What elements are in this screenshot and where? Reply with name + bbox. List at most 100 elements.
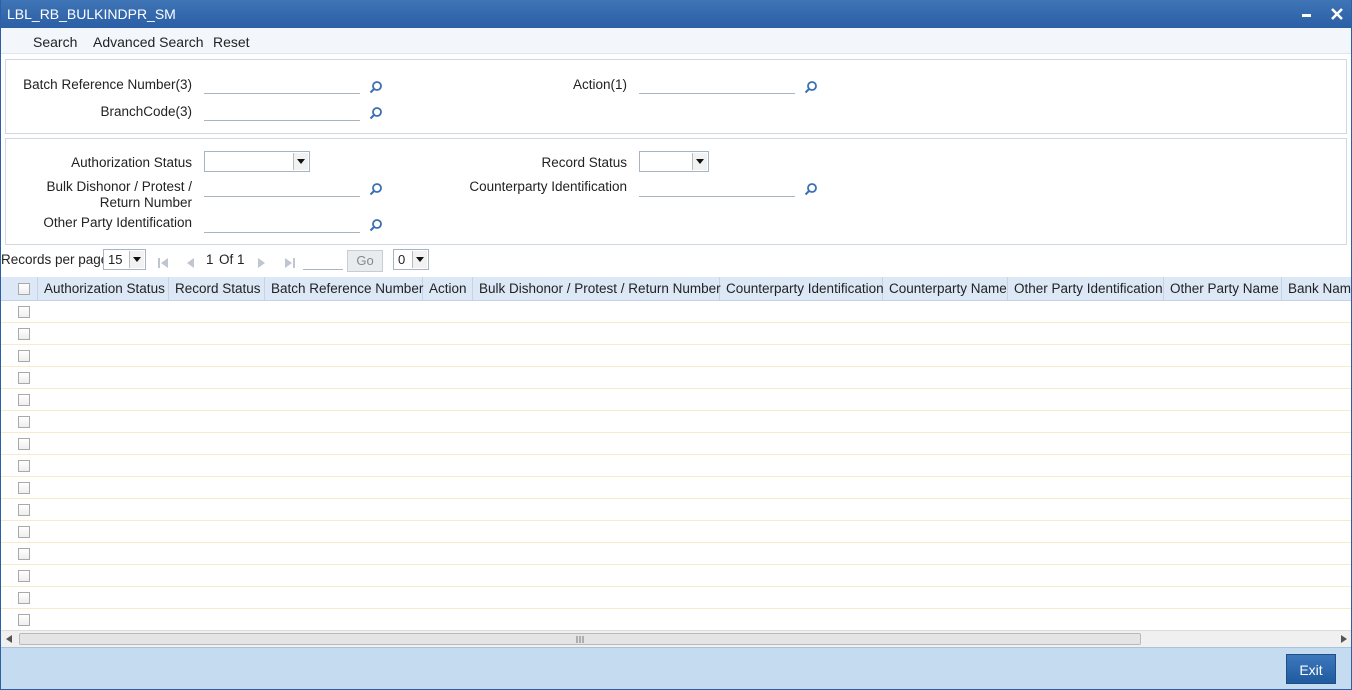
scroll-right-icon[interactable] — [1341, 635, 1347, 643]
reset-menu-item[interactable]: Reset — [213, 34, 250, 50]
scroll-left-icon[interactable] — [6, 635, 12, 643]
other-party-identification-input[interactable] — [204, 213, 360, 233]
bulk-dishonor-lookup-icon[interactable] — [369, 182, 383, 196]
table-row[interactable] — [1, 455, 1351, 477]
select-all-cell — [1, 277, 38, 301]
horizontal-scroll-thumb[interactable] — [19, 633, 1141, 645]
branch-code-input[interactable] — [204, 101, 360, 121]
records-per-page-value: 15 — [108, 252, 123, 267]
window-title-bar: LBL_RB_BULKINDPR_SM — [0, 0, 1352, 28]
page-jump-select[interactable]: 0 — [393, 249, 429, 270]
authorization-status-label: Authorization Status — [71, 155, 192, 170]
other-party-lookup-icon[interactable] — [369, 218, 383, 232]
chevron-down-icon — [293, 153, 308, 170]
col-authorization-status[interactable]: Authorization Status — [38, 277, 169, 301]
table-row[interactable] — [1, 543, 1351, 565]
total-pages-number: 1 — [237, 252, 245, 267]
batch-reference-lookup-icon[interactable] — [369, 80, 383, 94]
table-row[interactable] — [1, 411, 1351, 433]
col-other-party-identification[interactable]: Other Party Identification — [1008, 277, 1164, 301]
action-lookup-icon[interactable] — [804, 80, 818, 94]
record-status-select[interactable] — [639, 151, 709, 172]
row-checkbox[interactable] — [18, 438, 30, 450]
col-record-status[interactable]: Record Status — [169, 277, 265, 301]
minimize-icon-glyph — [1302, 14, 1311, 17]
row-checkbox[interactable] — [18, 570, 30, 582]
previous-page-icon[interactable] — [184, 257, 196, 269]
row-checkbox[interactable] — [18, 548, 30, 560]
row-checkbox[interactable] — [18, 460, 30, 472]
col-counterparty-name[interactable]: Counterparty Name — [883, 277, 1008, 301]
footer-bar: Exit — [0, 647, 1352, 690]
close-icon[interactable] — [1326, 3, 1348, 25]
exit-button[interactable]: Exit — [1286, 654, 1336, 684]
table-row[interactable] — [1, 499, 1351, 521]
row-checkbox[interactable] — [18, 350, 30, 362]
row-checkbox[interactable] — [18, 592, 30, 604]
table-row[interactable] — [1, 477, 1351, 499]
page-jump-value: 0 — [398, 252, 406, 267]
table-row[interactable] — [1, 323, 1351, 345]
batch-reference-number-input[interactable] — [204, 74, 360, 94]
col-bank-name[interactable]: Bank Name — [1282, 277, 1351, 301]
grip-icon — [576, 636, 584, 643]
table-row[interactable] — [1, 521, 1351, 543]
go-button[interactable]: Go — [347, 250, 383, 272]
search-menu-item[interactable]: Search — [33, 34, 77, 50]
current-page-number: 1 — [206, 252, 214, 267]
advanced-search-menu-item[interactable]: Advanced Search — [93, 34, 204, 50]
table-row[interactable] — [1, 389, 1351, 411]
bulk-dishonor-label-line1: Bulk Dishonor / Protest / — [46, 179, 192, 194]
col-action[interactable]: Action — [423, 277, 473, 301]
row-checkbox[interactable] — [18, 504, 30, 516]
chevron-down-icon — [129, 251, 144, 268]
bulk-dishonor-number-input[interactable] — [204, 177, 360, 197]
horizontal-scrollbar[interactable] — [1, 630, 1351, 647]
grid-header-row: Authorization Status Record Status Batch… — [1, 277, 1351, 301]
select-all-checkbox[interactable] — [18, 283, 30, 295]
authorization-status-select[interactable] — [204, 151, 310, 172]
action-input[interactable] — [639, 74, 795, 94]
table-row[interactable] — [1, 345, 1351, 367]
batch-reference-number-label: Batch Reference Number(3) — [23, 77, 192, 92]
row-checkbox[interactable] — [18, 482, 30, 494]
minimize-icon[interactable] — [1296, 3, 1318, 25]
branch-code-lookup-icon[interactable] — [369, 106, 383, 120]
counterparty-lookup-icon[interactable] — [804, 182, 818, 196]
row-checkbox[interactable] — [18, 306, 30, 318]
first-page-icon[interactable] — [157, 257, 169, 269]
col-other-party-name[interactable]: Other Party Name — [1164, 277, 1282, 301]
page-number-input[interactable] — [303, 250, 343, 270]
row-checkbox[interactable] — [18, 394, 30, 406]
row-checkbox[interactable] — [18, 614, 30, 626]
table-row[interactable] — [1, 565, 1351, 587]
table-row[interactable] — [1, 301, 1351, 323]
col-batch-reference-number[interactable]: Batch Reference Number — [265, 277, 423, 301]
window-title: LBL_RB_BULKINDPR_SM — [7, 6, 176, 22]
table-row[interactable] — [1, 609, 1351, 630]
search-criteria-panel: Batch Reference Number(3) Action(1) Bran… — [5, 59, 1347, 134]
chevron-down-icon — [412, 251, 427, 268]
record-status-label: Record Status — [541, 155, 627, 170]
col-counterparty-identification[interactable]: Counterparty Identification — [720, 277, 884, 301]
col-bulk-dishonor-number[interactable]: Bulk Dishonor / Protest / Return Number — [473, 277, 721, 301]
row-checkbox[interactable] — [18, 526, 30, 538]
row-checkbox[interactable] — [18, 328, 30, 340]
records-per-page-select[interactable]: 15 — [103, 249, 146, 270]
chevron-down-icon — [692, 153, 707, 170]
table-row[interactable] — [1, 433, 1351, 455]
next-page-icon[interactable] — [256, 257, 268, 269]
row-checkbox[interactable] — [18, 416, 30, 428]
page-of-label: Of — [219, 252, 234, 267]
menu-bar: Search Advanced Search Reset — [1, 28, 1351, 54]
filter-panel: Authorization Status Record Status Bulk … — [5, 138, 1347, 245]
row-checkbox[interactable] — [18, 372, 30, 384]
close-icon-glyph — [1331, 8, 1343, 20]
action-label: Action(1) — [572, 77, 627, 92]
counterparty-identification-input[interactable] — [639, 177, 795, 197]
records-per-page-label: Records per page — [1, 252, 109, 267]
other-party-identification-label: Other Party Identification — [43, 215, 192, 230]
last-page-icon[interactable] — [284, 257, 296, 269]
table-row[interactable] — [1, 587, 1351, 609]
table-row[interactable] — [1, 367, 1351, 389]
